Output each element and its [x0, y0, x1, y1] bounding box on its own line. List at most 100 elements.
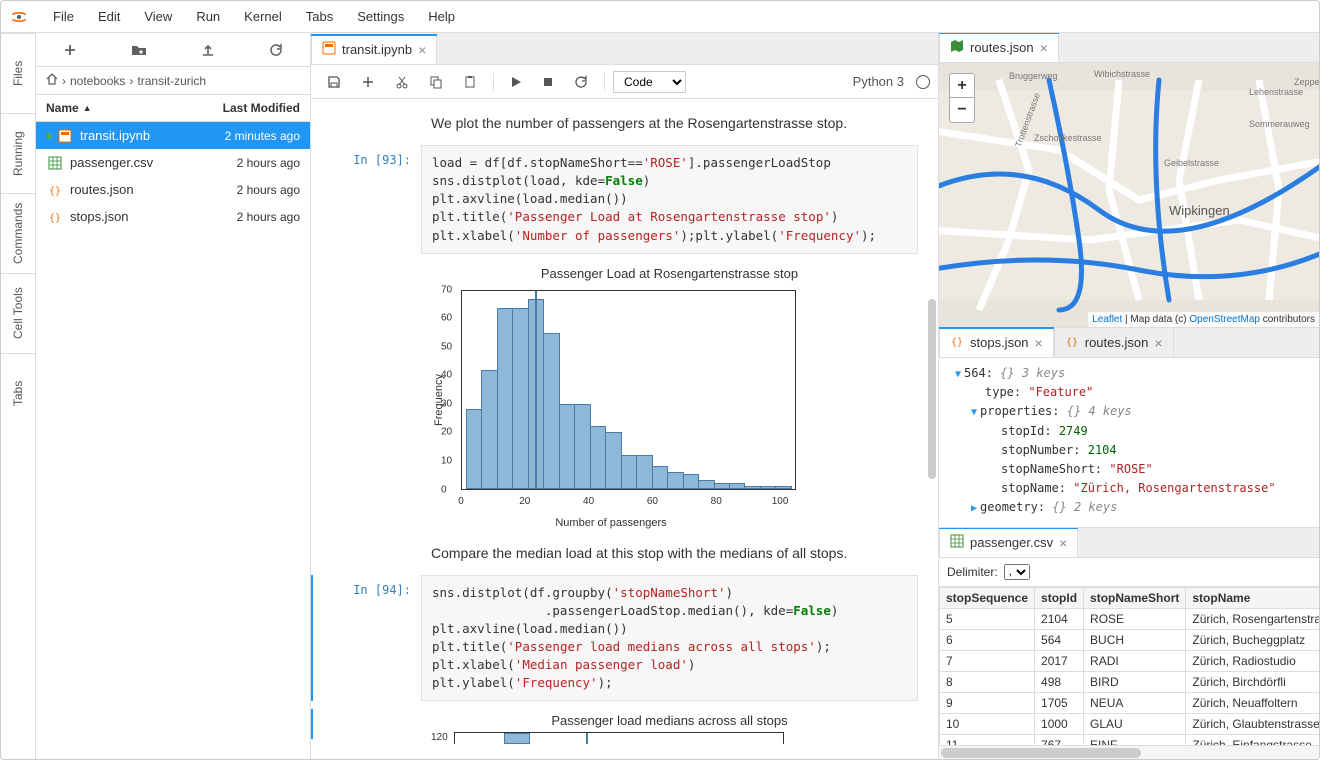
- close-icon[interactable]: ×: [1154, 335, 1162, 351]
- paste-icon[interactable]: [455, 71, 485, 93]
- column-header[interactable]: stopSequence: [940, 588, 1035, 609]
- histogram-bar: [729, 483, 745, 489]
- file-name: stops.json: [70, 209, 200, 224]
- copy-icon[interactable]: [421, 71, 451, 93]
- menu-run[interactable]: Run: [186, 5, 230, 28]
- file-item-passenger[interactable]: passenger.csv 2 hours ago: [36, 149, 310, 176]
- street-label: Bruggerweg: [1009, 71, 1058, 81]
- delimiter-select[interactable]: ,: [1004, 564, 1030, 580]
- cell-type-select[interactable]: Code: [613, 71, 686, 93]
- cell-running-indicator: [311, 575, 313, 702]
- histogram-bar: [744, 486, 760, 489]
- tab-routes-json[interactable]: {} routes.json ×: [1054, 327, 1174, 357]
- table-cell: ROSE: [1084, 609, 1186, 630]
- table-cell: Zürich, Rosengartenstrasse: [1186, 609, 1319, 630]
- expand-arrow-icon[interactable]: ▶: [971, 503, 977, 514]
- rail-tab-celltools[interactable]: Cell Tools: [1, 273, 35, 353]
- menu-file[interactable]: File: [43, 5, 84, 28]
- file-item-transit[interactable]: transit.ipynb 2 minutes ago: [36, 122, 310, 149]
- menu-help[interactable]: Help: [418, 5, 465, 28]
- leaflet-link[interactable]: Leaflet: [1092, 314, 1122, 325]
- close-icon[interactable]: ×: [418, 42, 426, 58]
- sort-by-modified[interactable]: Last Modified: [200, 101, 300, 115]
- rail-tab-commands[interactable]: Commands: [1, 193, 35, 273]
- table-cell: 10: [940, 714, 1035, 735]
- table-row[interactable]: 8498BIRDZürich, Birchdörfli: [940, 672, 1320, 693]
- kernel-name[interactable]: Python 3: [853, 74, 904, 89]
- leaflet-map[interactable]: Bruggerweg Wibichstrasse Lehenstrasse Zs…: [939, 63, 1319, 327]
- menu-kernel[interactable]: Kernel: [234, 5, 292, 28]
- json-tree[interactable]: ▼564: {} 3 keys type: "Feature" ▼propert…: [939, 358, 1319, 527]
- upload-icon[interactable]: [193, 39, 223, 61]
- table-row[interactable]: 52104ROSEZürich, Rosengartenstrasse: [940, 609, 1320, 630]
- column-header[interactable]: stopNameShort: [1084, 588, 1186, 609]
- add-cell-icon[interactable]: [353, 71, 383, 93]
- histogram-bar: [621, 455, 637, 489]
- breadcrumb-item[interactable]: transit-zurich: [137, 74, 206, 88]
- menu-tabs[interactable]: Tabs: [296, 5, 343, 28]
- table-row[interactable]: 101000GLAUZürich, Glaubtenstrasse: [940, 714, 1320, 735]
- code-cell-94[interactable]: In [94]: sns.distplot(df.groupby('stopNa…: [311, 575, 918, 702]
- home-icon[interactable]: [46, 73, 58, 88]
- file-item-stops[interactable]: {} stops.json 2 hours ago: [36, 203, 310, 230]
- zoom-in-button[interactable]: +: [950, 74, 974, 98]
- tab-stops-json[interactable]: {} stops.json ×: [939, 327, 1054, 357]
- cut-icon[interactable]: [387, 71, 417, 93]
- table-row[interactable]: 11767EINFZürich, Einfangstrasse: [940, 735, 1320, 746]
- file-item-routes[interactable]: {} routes.json 2 hours ago: [36, 176, 310, 203]
- osm-link[interactable]: OpenStreetMap: [1189, 314, 1260, 325]
- table-cell: NEUA: [1084, 693, 1186, 714]
- markdown-cell[interactable]: Compare the median load at this stop wit…: [311, 539, 918, 567]
- code-cell-93[interactable]: In [93]: load = df[df.stopNameShort=='RO…: [311, 145, 918, 254]
- run-icon[interactable]: [502, 72, 530, 92]
- code-input[interactable]: load = df[df.stopNameShort=='ROSE'].pass…: [421, 145, 918, 254]
- sort-by-name[interactable]: Name ▲: [46, 101, 200, 115]
- histogram-bar: [714, 483, 730, 489]
- menu-view[interactable]: View: [134, 5, 182, 28]
- zoom-control: + −: [949, 73, 975, 123]
- breadcrumb[interactable]: › notebooks › transit-zurich: [36, 67, 310, 95]
- histogram-bar: [543, 333, 559, 489]
- tab-passenger-csv[interactable]: passenger.csv ×: [939, 528, 1078, 557]
- rail-tab-running[interactable]: Running: [1, 113, 35, 193]
- xtick-label: 60: [647, 496, 658, 507]
- histogram-bar: [636, 455, 652, 489]
- collapse-arrow-icon[interactable]: ▼: [955, 369, 961, 380]
- restart-icon[interactable]: [566, 71, 596, 93]
- column-header[interactable]: stopId: [1035, 588, 1084, 609]
- rail-tab-tabs[interactable]: Tabs: [1, 353, 35, 433]
- scrollbar-thumb[interactable]: [928, 299, 936, 479]
- close-icon[interactable]: ×: [1059, 535, 1067, 551]
- tab-routes-map[interactable]: routes.json ×: [939, 33, 1059, 62]
- code-input[interactable]: sns.distplot(df.groupby('stopNameShort')…: [421, 575, 918, 702]
- table-row[interactable]: 72017RADIZürich, Radiostudio: [940, 651, 1320, 672]
- stop-icon[interactable]: [534, 72, 562, 92]
- save-icon[interactable]: [319, 71, 349, 93]
- scrollbar-thumb[interactable]: [941, 748, 1141, 758]
- notebook-body[interactable]: We plot the number of passengers at the …: [311, 99, 938, 759]
- table-cell: 5: [940, 609, 1035, 630]
- markdown-cell[interactable]: We plot the number of passengers at the …: [311, 109, 918, 137]
- zoom-out-button[interactable]: −: [950, 98, 974, 122]
- rail-tab-files[interactable]: Files: [1, 33, 35, 113]
- close-icon[interactable]: ×: [1035, 335, 1043, 351]
- file-name: transit.ipynb: [80, 128, 200, 143]
- column-header[interactable]: stopName: [1186, 588, 1319, 609]
- horizontal-scrollbar[interactable]: [939, 745, 1319, 759]
- table-row[interactable]: 91705NEUAZürich, Neuaffoltern: [940, 693, 1320, 714]
- csv-table[interactable]: stopSequencestopIdstopNameShortstopName …: [939, 587, 1319, 745]
- new-folder-icon[interactable]: [123, 39, 155, 61]
- menu-settings[interactable]: Settings: [347, 5, 414, 28]
- json-icon: {}: [46, 210, 64, 224]
- collapse-arrow-icon[interactable]: ▼: [971, 407, 977, 418]
- tab-transit-notebook[interactable]: transit.ipynb ×: [311, 34, 437, 64]
- histogram-bar: [574, 404, 590, 489]
- refresh-icon[interactable]: [261, 39, 291, 61]
- table-row[interactable]: 6564BUCHZürich, Bucheggplatz: [940, 630, 1320, 651]
- histogram-bar: [698, 480, 714, 488]
- close-icon[interactable]: ×: [1040, 40, 1048, 56]
- breadcrumb-item[interactable]: notebooks: [70, 74, 125, 88]
- menu-edit[interactable]: Edit: [88, 5, 130, 28]
- street-label: Geibelstrasse: [1164, 158, 1219, 168]
- new-launcher-icon[interactable]: [55, 39, 85, 61]
